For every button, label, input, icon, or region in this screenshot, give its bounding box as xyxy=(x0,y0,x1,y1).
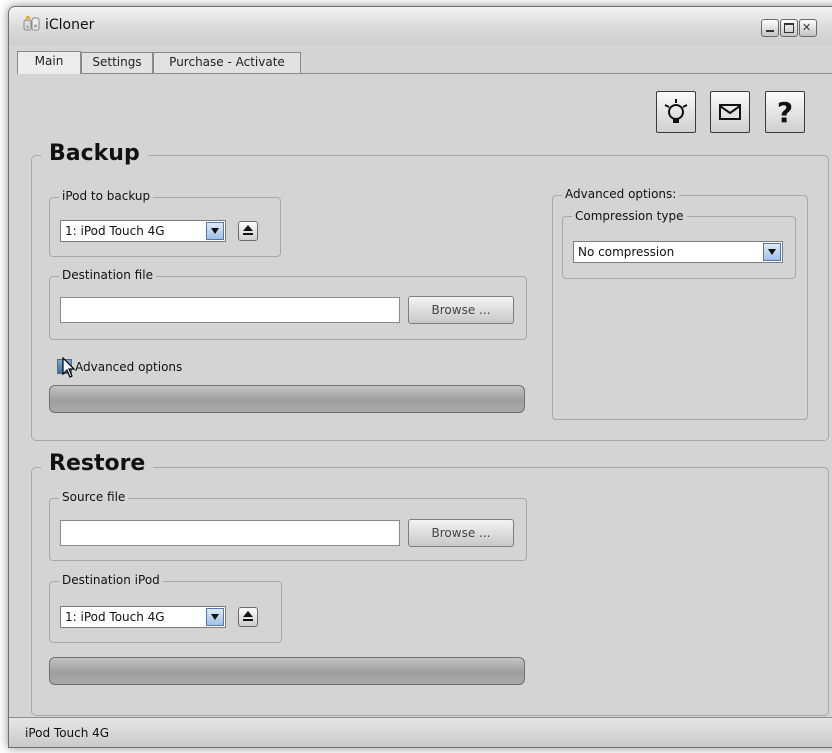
restore-ipod-value: 1: iPod Touch 4G xyxy=(65,610,165,624)
title-bar[interactable]: iCloner xyxy=(9,7,832,45)
source-file-input[interactable] xyxy=(60,520,400,546)
app-window: iCloner Main Settings Purchase - Activat… xyxy=(8,6,832,748)
ipod-to-backup-label: iPod to backup xyxy=(59,189,154,203)
compression-type-select[interactable]: No compression xyxy=(573,241,783,263)
destination-ipod-label: Destination iPod xyxy=(59,573,163,587)
restore-ipod-select[interactable]: 1: iPod Touch 4G xyxy=(60,606,226,628)
tab-purchase-activate[interactable]: Purchase - Activate xyxy=(153,52,301,73)
backup-progress-bar xyxy=(49,385,525,413)
chevron-down-icon[interactable] xyxy=(763,243,781,261)
restore-browse-button[interactable]: Browse ... xyxy=(408,519,514,547)
minimize-button[interactable] xyxy=(761,19,779,37)
eject-button[interactable] xyxy=(238,221,258,241)
tab-main[interactable]: Main xyxy=(17,51,81,74)
tips-button[interactable] xyxy=(656,91,696,133)
restore-title: Restore xyxy=(41,451,154,476)
help-icon: ? xyxy=(776,95,794,129)
tab-settings[interactable]: Settings xyxy=(81,52,153,73)
advanced-options-heading: Advanced options: xyxy=(562,187,680,201)
chevron-down-icon[interactable] xyxy=(206,222,224,240)
destination-file-label: Destination file xyxy=(59,268,156,282)
app-icon xyxy=(23,16,40,31)
restore-eject-button[interactable] xyxy=(238,607,258,627)
compression-type-value: No compression xyxy=(578,245,675,259)
help-button[interactable]: ? xyxy=(765,91,805,133)
backup-ipod-value: 1: iPod Touch 4G xyxy=(65,224,165,238)
backup-title: Backup xyxy=(41,141,148,166)
chevron-down-icon[interactable] xyxy=(206,608,224,626)
mouse-cursor-icon xyxy=(62,357,76,378)
window-title: iCloner xyxy=(45,17,95,33)
maximize-button[interactable] xyxy=(780,19,798,37)
tab-divider xyxy=(17,73,832,74)
lightbulb-icon xyxy=(664,99,688,123)
backup-ipod-select[interactable]: 1: iPod Touch 4G xyxy=(60,220,226,242)
destination-file-input[interactable] xyxy=(60,297,400,323)
compression-type-label: Compression type xyxy=(572,209,687,223)
mail-icon xyxy=(719,104,741,120)
status-text: iPod Touch 4G xyxy=(25,726,110,740)
advanced-options-label: Advanced options xyxy=(75,360,183,374)
source-file-label: Source file xyxy=(59,490,129,504)
close-button[interactable] xyxy=(799,19,817,37)
restore-progress-bar xyxy=(49,657,525,685)
backup-browse-button[interactable]: Browse ... xyxy=(408,296,514,324)
email-button[interactable] xyxy=(710,91,750,133)
status-bar: iPod Touch 4G xyxy=(9,717,832,747)
